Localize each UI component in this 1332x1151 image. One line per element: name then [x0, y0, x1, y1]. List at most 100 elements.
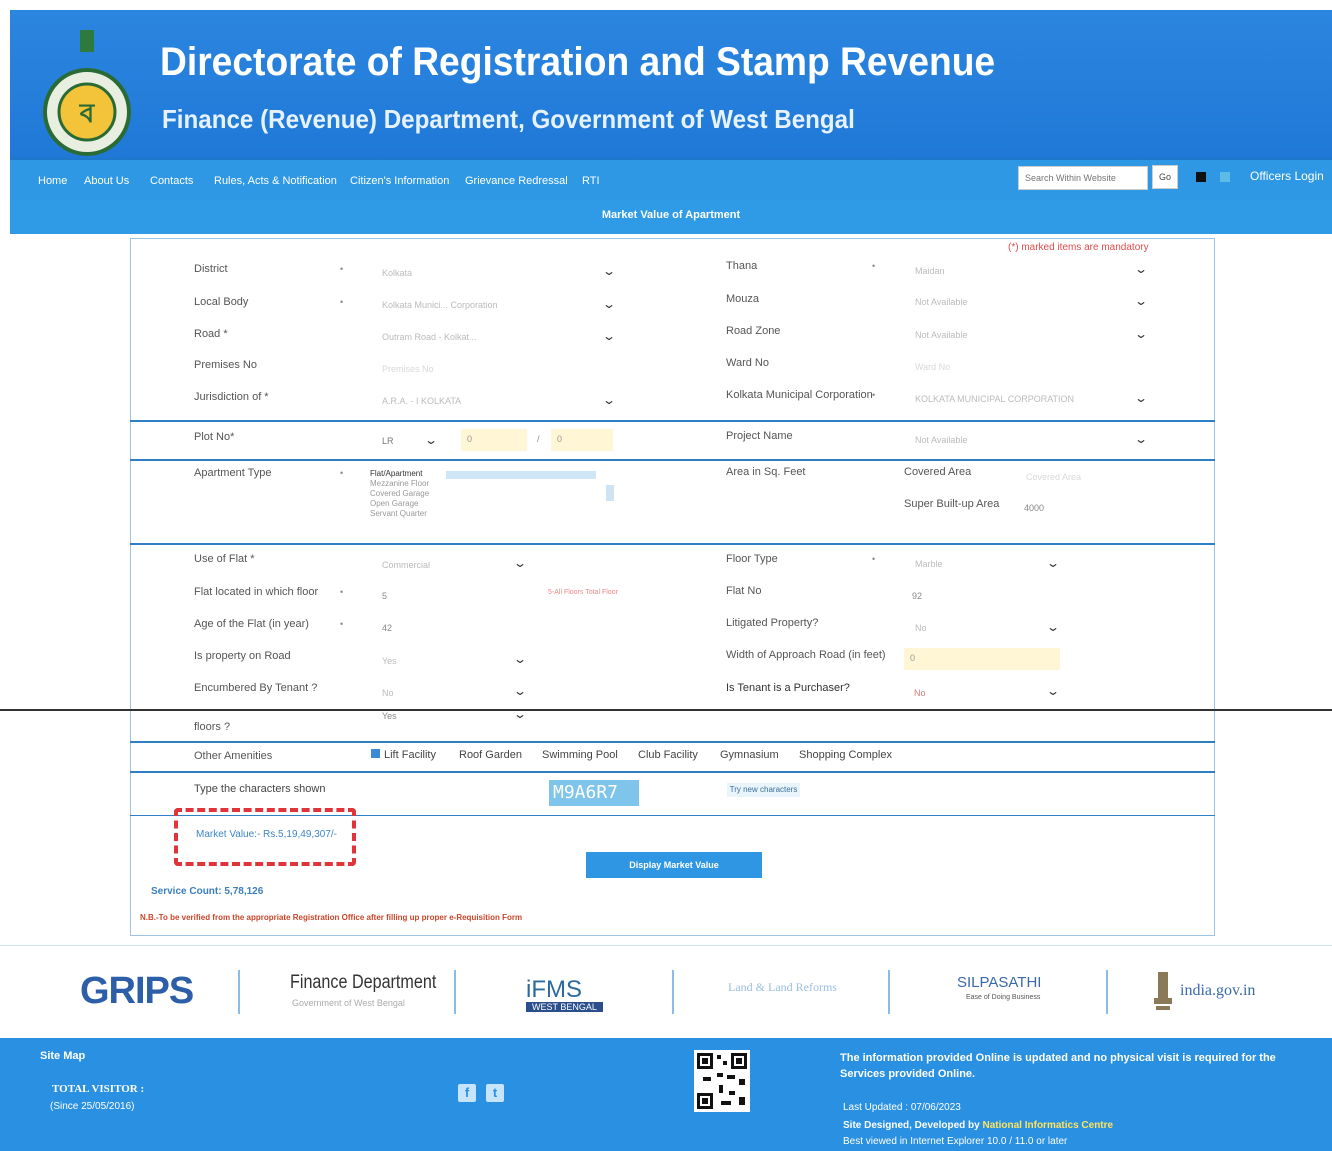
- twitter-icon[interactable]: t: [486, 1084, 504, 1102]
- nic-link[interactable]: National Informatics Centre: [983, 1120, 1114, 1131]
- road-label: Road *: [194, 328, 228, 340]
- apartment-type-listbox[interactable]: Flat/Apartment Mezzanine Floor Covered G…: [370, 469, 614, 529]
- mouza-label: Mouza: [726, 293, 760, 305]
- plot-no-label: Plot No*: [194, 431, 235, 443]
- contrast-light-icon[interactable]: [1220, 172, 1230, 182]
- thana-select[interactable]: Maidan: [915, 266, 945, 276]
- local-body-select[interactable]: Kolkata Munici... Corporation: [382, 300, 498, 310]
- finance-department-logo[interactable]: Finance Department: [290, 972, 436, 994]
- display-market-value-button[interactable]: Display Market Value: [586, 852, 762, 878]
- covered-area-input[interactable]: Covered Area: [1026, 472, 1081, 482]
- chevron-down-icon: ⌄: [1045, 620, 1061, 634]
- thana-label: Thana: [726, 260, 758, 272]
- nav-citizens-information[interactable]: Citizen's Information: [350, 175, 449, 187]
- total-visitor-label: TOTAL VISITOR :: [52, 1083, 145, 1095]
- litigated-select[interactable]: No: [915, 623, 927, 633]
- use-of-flat-select[interactable]: Commercial: [382, 560, 430, 570]
- site-designed-by: Site Designed, Developed by National Inf…: [843, 1120, 1113, 1131]
- silpasathi-subtitle: Ease of Doing Business: [966, 994, 1041, 1001]
- best-viewed-note: Best viewed in Internet Explorer 10.0 / …: [843, 1136, 1068, 1147]
- nav-rules[interactable]: Rules, Acts & Notification: [214, 175, 337, 187]
- approach-width-label: Width of Approach Road (in feet): [726, 649, 886, 661]
- covered-area-label: Covered Area: [904, 466, 972, 478]
- apartment-type-option[interactable]: Mezzanine Floor: [370, 479, 610, 489]
- listbox-scrollbar[interactable]: [606, 485, 614, 501]
- floor-type-select[interactable]: Marble: [915, 559, 943, 569]
- age-input[interactable]: 42: [382, 623, 392, 633]
- chevron-down-icon: ⌄: [601, 297, 617, 311]
- ashoka-emblem-icon: [1154, 972, 1172, 1010]
- amenity-swimming-pool-checkbox[interactable]: Swimming Pool: [542, 749, 618, 761]
- flat-floor-input[interactable]: 5: [382, 591, 387, 601]
- section-divider: [130, 543, 1215, 545]
- search-go-button[interactable]: Go: [1152, 165, 1178, 189]
- amenity-roof-garden-checkbox[interactable]: Roof Garden: [459, 749, 522, 761]
- west-bengal-emblem-icon: ব: [43, 30, 131, 156]
- section-divider: [130, 459, 1215, 461]
- silpasathi-logo[interactable]: SILPASATHI: [957, 974, 1041, 991]
- partner-logos: GRIPS Finance Department Government of W…: [0, 945, 1332, 1037]
- section-title: Market Value of Apartment: [10, 200, 1332, 234]
- on-road-select[interactable]: Yes: [382, 656, 397, 666]
- site-map-link[interactable]: Site Map: [40, 1050, 85, 1062]
- amenity-lift-checkbox[interactable]: Lift Facility: [371, 749, 436, 761]
- amenities-label: Other Amenities: [194, 750, 273, 762]
- on-road-label: Is property on Road: [194, 650, 291, 662]
- try-new-characters-button[interactable]: Try new characters: [727, 783, 800, 797]
- chevron-down-icon: ⌄: [512, 707, 528, 721]
- jurisdiction-label: Jurisdiction of *: [194, 391, 269, 403]
- ifms-logo[interactable]: iFMS: [526, 976, 582, 1004]
- floor-type-label: Floor Type: [726, 553, 778, 565]
- mouza-select[interactable]: Not Available: [915, 297, 967, 307]
- selected-highlight: [446, 471, 596, 479]
- finance-department-subtitle: Government of West Bengal: [292, 998, 405, 1008]
- main-navbar: Home About Us Contacts Rules, Acts & Not…: [10, 158, 1332, 202]
- site-search-input[interactable]: [1018, 166, 1148, 190]
- floors-select[interactable]: Yes: [382, 711, 397, 721]
- nav-about-us[interactable]: About Us: [84, 175, 129, 187]
- amenity-club-checkbox[interactable]: Club Facility: [638, 749, 698, 761]
- district-select[interactable]: Kolkata: [382, 268, 412, 278]
- road-zone-select[interactable]: Not Available: [915, 330, 967, 340]
- amenity-gymnasium-checkbox[interactable]: Gymnasium: [720, 749, 779, 761]
- chevron-down-icon: ⌄: [601, 264, 617, 278]
- apartment-type-option[interactable]: Covered Garage: [370, 489, 610, 499]
- india-gov-logo[interactable]: india.gov.in: [1180, 982, 1255, 1000]
- land-reforms-logo[interactable]: Land & Land Reforms: [728, 980, 837, 995]
- plot-type-select[interactable]: LR: [382, 436, 394, 446]
- facebook-icon[interactable]: f: [458, 1084, 476, 1102]
- apartment-type-label: Apartment Type: [194, 467, 272, 479]
- approach-width-input[interactable]: 0: [904, 648, 1060, 670]
- plot-no-input-1[interactable]: 0: [461, 429, 527, 451]
- flat-no-input[interactable]: 92: [912, 591, 922, 601]
- captcha-label: Type the characters shown: [194, 783, 326, 795]
- nav-home[interactable]: Home: [38, 175, 67, 187]
- section-divider: [130, 741, 1215, 743]
- nav-grievance[interactable]: Grievance Redressal: [465, 175, 568, 187]
- captcha-image: M9A6R7: [549, 780, 639, 806]
- officers-login-link[interactable]: Officers Login: [1250, 169, 1324, 183]
- plot-no-input-2[interactable]: 0: [551, 429, 613, 451]
- premises-no-input[interactable]: Premises No: [382, 364, 434, 374]
- market-value-result: Market Value:- Rs.5,19,49,307/-: [196, 829, 337, 840]
- nav-contacts[interactable]: Contacts: [150, 175, 193, 187]
- encumbered-select[interactable]: No: [382, 688, 394, 698]
- super-built-up-input[interactable]: 4000: [1024, 503, 1044, 513]
- road-select[interactable]: Outram Road - Kolkat...: [382, 332, 477, 342]
- apartment-type-option[interactable]: Servant Quarter: [370, 509, 610, 519]
- nav-rti[interactable]: RTI: [582, 175, 600, 187]
- tenant-purchaser-select[interactable]: No: [914, 688, 926, 698]
- qr-code-icon: [694, 1050, 750, 1112]
- project-name-select[interactable]: Not Available: [915, 435, 967, 445]
- chevron-down-icon: ⌄: [601, 393, 617, 407]
- ward-no-label: Ward No: [726, 357, 769, 369]
- jurisdiction-select[interactable]: A.R.A. - I KOLKATA: [382, 396, 461, 406]
- grips-logo[interactable]: GRIPS: [80, 970, 194, 1013]
- chevron-down-icon: ⌄: [512, 556, 528, 570]
- contrast-dark-icon[interactable]: [1196, 172, 1206, 182]
- amenity-shopping-checkbox[interactable]: Shopping Complex: [799, 749, 892, 761]
- kmc-select[interactable]: KOLKATA MUNICIPAL CORPORATION: [915, 394, 1074, 404]
- chevron-down-icon: ⌄: [1133, 327, 1149, 341]
- apartment-type-option[interactable]: Open Garage: [370, 499, 610, 509]
- ward-no-input[interactable]: Ward No: [915, 362, 950, 372]
